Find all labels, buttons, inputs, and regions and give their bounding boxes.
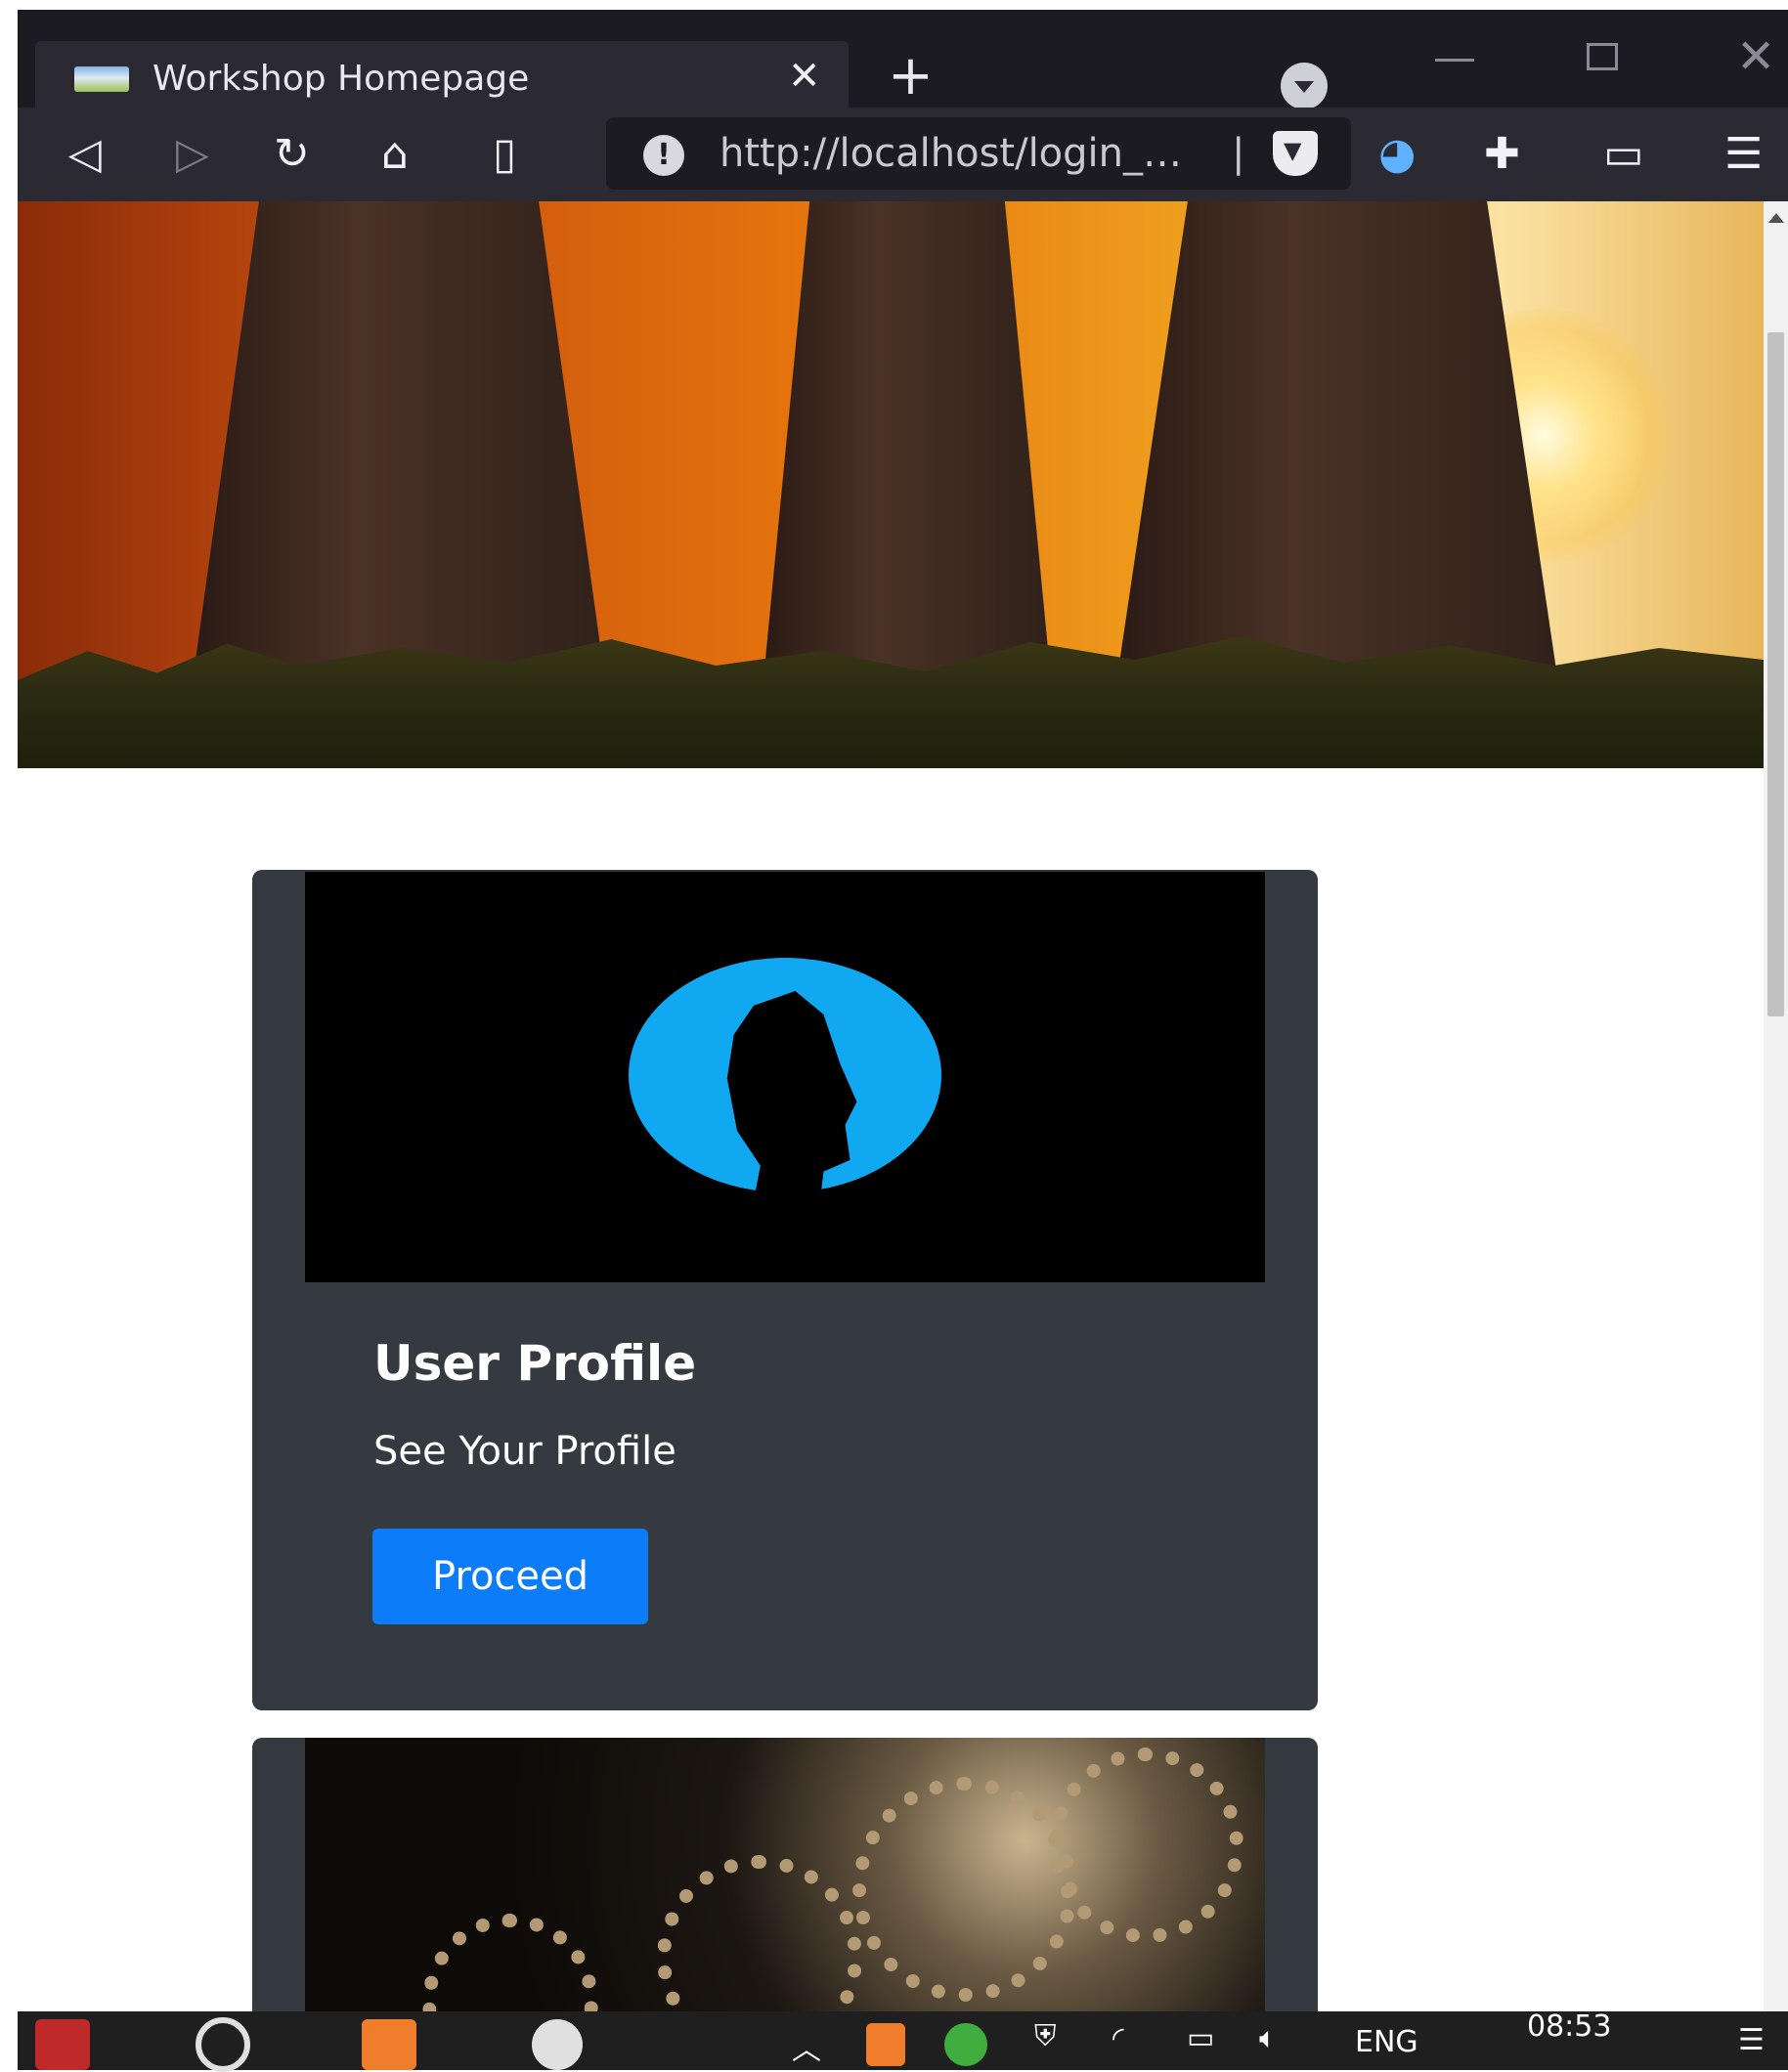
gear-icon (852, 1777, 1077, 2002)
tab-favicon-icon (74, 66, 129, 92)
tray-security-icon[interactable]: ⛨ (1034, 2019, 1057, 2053)
proceed-button[interactable]: Proceed (372, 1529, 648, 1624)
browser-tab-bar: Workshop Homepage ✕ + ✕ (18, 10, 1788, 117)
address-bar[interactable]: ! http://localhost/login_… | (606, 117, 1351, 190)
window-maximize-icon[interactable] (1587, 43, 1618, 70)
card-text: See Your Profile (373, 1429, 676, 1474)
hero-tower (761, 201, 1054, 710)
camera-app-icon[interactable] (196, 2017, 250, 2072)
wallet-icon[interactable]: ▭ (1603, 108, 1644, 201)
tray-xampp-icon[interactable] (866, 2023, 905, 2066)
scrollbar-thumb[interactable] (1767, 332, 1784, 1016)
volume-icon[interactable]: 🔈︎ (1259, 2021, 1277, 2055)
forward-icon[interactable]: ▷ (176, 108, 209, 201)
browser-navigation-bar: ◁ ▷ ↻ ⌂ ▯ ! http://localhost/login_… | ◕… (18, 108, 1788, 201)
hero-tower (1112, 201, 1562, 710)
card-title: User Profile (373, 1335, 697, 1392)
menu-icon[interactable]: ☰ (1724, 108, 1763, 201)
language-indicator[interactable]: ENG (1355, 2025, 1418, 2059)
wps-office-icon[interactable] (35, 2019, 90, 2070)
gear-icon (1048, 1748, 1243, 1943)
user-profile-image (305, 872, 1265, 1282)
gear-icon (657, 1855, 862, 2031)
list-all-tabs-icon[interactable] (1281, 63, 1328, 109)
tab-close-icon[interactable]: ✕ (788, 55, 821, 98)
page-scrollbar[interactable] (1764, 201, 1788, 2011)
user-profile-card: User Profile See Your Profile Proceed (252, 870, 1318, 1710)
extension-globe-icon[interactable]: ◕ (1378, 108, 1416, 201)
screen-recorder-icon[interactable] (532, 2019, 583, 2070)
window-top-edge (0, 0, 1788, 10)
window-left-edge (0, 0, 18, 2011)
wifi-icon[interactable]: ◜ (1112, 2021, 1124, 2055)
extensions-puzzle-icon[interactable]: ✚ (1484, 108, 1520, 201)
gears-image (305, 1738, 1265, 2031)
workshop-card (252, 1738, 1318, 2031)
notifications-icon[interactable]: ☰ (1738, 2023, 1765, 2057)
scroll-up-arrow-icon[interactable] (1768, 213, 1784, 223)
url-text[interactable]: http://localhost/login_… (720, 131, 1182, 176)
window-minimize-icon[interactable] (1435, 59, 1474, 62)
battery-icon[interactable]: ▭ (1187, 2021, 1214, 2055)
hero-tower (189, 201, 609, 710)
home-icon[interactable]: ⌂ (381, 108, 409, 201)
new-tab-icon[interactable]: + (888, 47, 934, 106)
windows-taskbar: ︿ ⛨ ◜ ▭ 🔈︎ ENG 08:53 ☰ (18, 2009, 1788, 2072)
brave-shield-icon[interactable] (1273, 131, 1318, 176)
bookmark-icon[interactable]: ▯ (493, 108, 516, 201)
hero-image-cooling-towers (18, 201, 1764, 768)
show-hidden-icons-icon[interactable]: ︿ (792, 2025, 821, 2068)
browser-tab[interactable]: Workshop Homepage ✕ (35, 41, 849, 117)
xampp-icon[interactable] (362, 2019, 416, 2070)
window-close-icon[interactable]: ✕ (1736, 29, 1775, 84)
site-info-warning-icon[interactable]: ! (643, 135, 684, 176)
clock-time[interactable]: 08:53 (1527, 2009, 1611, 2044)
reload-icon[interactable]: ↻ (274, 108, 310, 201)
tray-wamp-icon[interactable] (944, 2023, 987, 2066)
back-icon[interactable]: ◁ (68, 108, 102, 201)
tab-title: Workshop Homepage (153, 59, 530, 99)
url-separator: | (1232, 131, 1245, 176)
